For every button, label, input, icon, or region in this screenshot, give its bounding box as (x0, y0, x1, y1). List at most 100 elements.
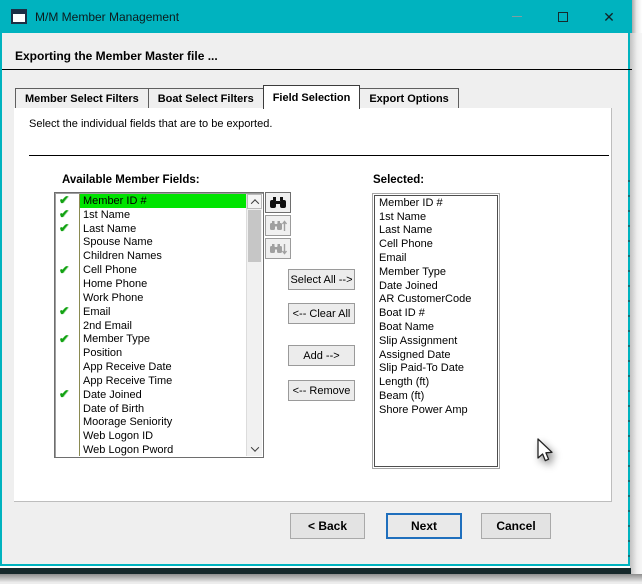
available-list-item[interactable]: Children Names (56, 249, 246, 263)
remove-button[interactable]: <-- Remove (288, 380, 355, 401)
title-bar: M/M Member Management ✕ (2, 0, 632, 33)
available-item-label: 1st Name (83, 208, 131, 221)
selected-list-item[interactable]: Slip Assignment (375, 334, 497, 348)
available-item-label: Date Joined (83, 388, 142, 401)
check-icon: ✔ (59, 387, 70, 402)
chevron-down-icon (250, 442, 259, 452)
selected-list-item[interactable]: Beam (ft) (375, 389, 497, 403)
available-fields-label: Available Member Fields: (62, 174, 200, 186)
available-item-label: Date of Birth (83, 402, 145, 415)
available-list-item[interactable]: Web Logon ID (56, 429, 246, 443)
check-icon: ✔ (59, 304, 70, 319)
add-button[interactable]: Add --> (288, 345, 355, 366)
field-selection-panel: Select the individual fields that are to… (14, 108, 612, 502)
available-list-item[interactable]: Web Logon Pword (56, 443, 246, 456)
back-button[interactable]: < Back (290, 513, 365, 539)
check-icon: ✔ (59, 262, 70, 277)
available-list-item[interactable]: ✔ Date Joined (56, 388, 246, 402)
close-button[interactable]: ✕ (586, 0, 632, 33)
scroll-up-button[interactable] (247, 194, 262, 209)
available-list-item[interactable]: App Receive Date (56, 360, 246, 374)
available-item-label: Email (83, 305, 111, 318)
maximize-icon (558, 11, 568, 22)
available-list-item[interactable]: ✔ Member Type (56, 332, 246, 346)
next-button[interactable]: Next (386, 513, 462, 539)
selected-list-item[interactable]: Assigned Date (375, 348, 497, 362)
available-item-label: Web Logon Pword (83, 444, 174, 456)
available-list-item[interactable]: ✔ Last Name (56, 222, 246, 236)
maximize-button[interactable] (540, 0, 586, 33)
selected-list-item[interactable]: Member ID # (375, 196, 497, 210)
selected-list-item[interactable]: Boat Name (375, 320, 497, 334)
selected-list-item[interactable]: Member Type (375, 265, 497, 279)
scroll-down-button[interactable] (247, 441, 262, 456)
selected-list-item[interactable]: Shore Power Amp (375, 403, 497, 417)
available-list-item[interactable]: Date of Birth (56, 402, 246, 416)
available-list-item[interactable]: App Receive Time (56, 374, 246, 388)
available-item-label: 2nd Email (83, 319, 132, 332)
available-item-label: Home Phone (83, 277, 148, 290)
check-icon: ✔ (56, 194, 80, 207)
available-scrollbar[interactable] (246, 194, 262, 456)
available-list-item[interactable]: ✔ 1st Name (56, 208, 246, 222)
find-previous-icon (270, 219, 287, 231)
window-title: M/M Member Management (35, 9, 180, 24)
check-icon: ✔ (59, 221, 70, 236)
window-drop-shadow (0, 574, 642, 584)
minimize-button[interactable] (494, 0, 540, 33)
find-next-button[interactable] (265, 238, 291, 259)
available-fields-list: ✔ Member ID # ✔ 1st Name ✔ Last Name Spouse Na… (54, 192, 264, 458)
check-icon: ✔ (56, 305, 80, 318)
available-item-label: Spouse Name (83, 236, 153, 249)
check-icon: ✔ (59, 194, 70, 208)
available-list-item[interactable]: 2nd Email (56, 319, 246, 333)
caption-buttons: ✕ (494, 0, 632, 33)
available-list-item[interactable]: ✔ Email (56, 305, 246, 319)
available-item-label: Position (83, 347, 123, 360)
close-icon: ✕ (603, 8, 615, 25)
selected-list-item[interactable]: Length (ft) (375, 375, 497, 389)
available-list-item[interactable]: Spouse Name (56, 236, 246, 250)
screen: M/M Member Management ✕ Exporting the Me… (0, 0, 642, 584)
tab-boat-select-filters[interactable]: Boat Select Filters (147, 88, 264, 109)
check-icon: ✔ (56, 333, 80, 346)
selected-list-item[interactable]: AR CustomerCode (375, 293, 497, 307)
selected-list-item[interactable]: Cell Phone (375, 237, 497, 251)
cancel-button[interactable]: Cancel (481, 513, 551, 539)
window-border-dots (628, 180, 630, 565)
scrollbar-thumb[interactable] (248, 210, 261, 262)
selected-list-item[interactable]: 1st Name (375, 210, 497, 224)
available-item-label: Cell Phone (83, 264, 137, 277)
tab-member-select-filters[interactable]: Member Select Filters (15, 88, 149, 109)
select-all-button[interactable]: Select All --> (288, 269, 355, 290)
check-icon: ✔ (56, 208, 80, 221)
check-icon: ✔ (56, 264, 80, 277)
available-item-label: Member ID # (80, 194, 246, 208)
selected-list-item[interactable]: Date Joined (375, 279, 497, 293)
available-item-label: App Receive Time (83, 374, 173, 387)
find-button[interactable] (265, 192, 291, 213)
available-list-item[interactable]: Work Phone (56, 291, 246, 305)
selected-list-item[interactable]: Email (375, 251, 497, 265)
check-gutter-separator (79, 194, 80, 456)
available-list-item[interactable]: Moorage Seniority (56, 416, 246, 430)
selected-fields-list: Member ID #1st Name Last Name Cell Phone Em… (372, 193, 500, 469)
available-item-label: Work Phone (83, 291, 144, 304)
tab-export-options[interactable]: Export Options (359, 88, 459, 109)
available-list-item[interactable]: Position (56, 346, 246, 360)
dialog-window: M/M Member Management ✕ Exporting the Me… (0, 0, 632, 566)
clear-all-button[interactable]: <-- Clear All (288, 303, 355, 324)
available-list-item[interactable]: Home Phone (56, 277, 246, 291)
selected-fields-label: Selected: (373, 174, 425, 186)
tab-bar: Member Select Filters Boat Select Filters… (15, 85, 459, 109)
window-bottom-edge (0, 568, 631, 574)
selected-list-item[interactable]: Last Name (375, 224, 497, 238)
find-previous-button[interactable] (265, 215, 291, 236)
selected-list-item[interactable]: Slip Paid-To Date (375, 362, 497, 376)
mouse-cursor-icon (537, 438, 553, 462)
selected-list-item[interactable]: Boat ID # (375, 306, 497, 320)
check-icon: ✔ (59, 207, 70, 222)
available-list-item[interactable]: ✔ Cell Phone (56, 263, 246, 277)
available-list-item[interactable]: ✔ Member ID # (56, 194, 246, 208)
tab-field-selection[interactable]: Field Selection (262, 85, 361, 109)
